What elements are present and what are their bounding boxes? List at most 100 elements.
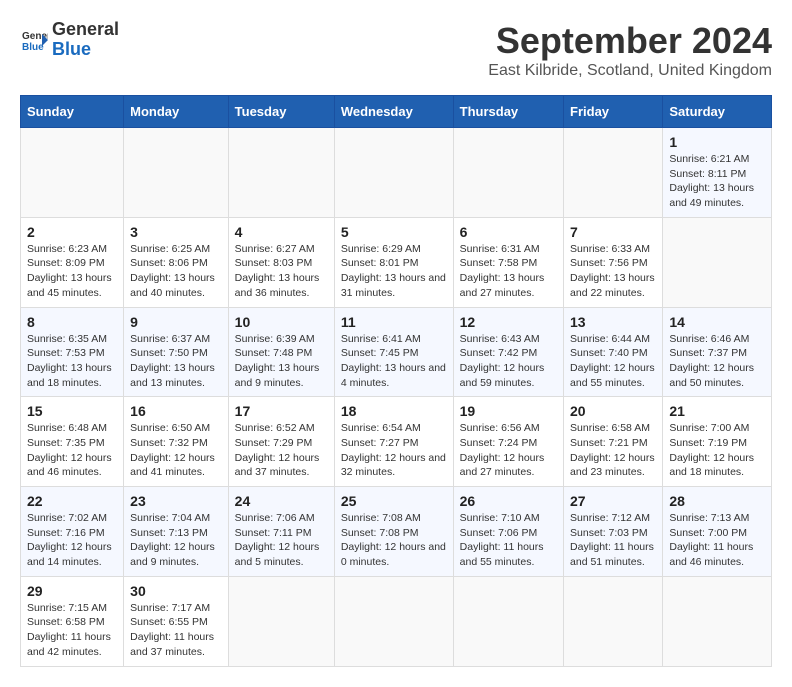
calendar-cell: 28 Sunrise: 7:13 AM Sunset: 7:00 PM Dayli… xyxy=(663,487,772,577)
cell-details: Sunrise: 6:23 AM Sunset: 8:09 PM Dayligh… xyxy=(27,242,117,301)
cell-details: Sunrise: 6:44 AM Sunset: 7:40 PM Dayligh… xyxy=(570,332,656,391)
day-number: 18 xyxy=(341,403,447,419)
day-number: 8 xyxy=(27,314,117,330)
calendar-cell: 22 Sunrise: 7:02 AM Sunset: 7:16 PM Dayli… xyxy=(21,487,124,577)
cell-details: Sunrise: 7:15 AM Sunset: 6:58 PM Dayligh… xyxy=(27,601,117,660)
calendar-cell xyxy=(564,576,663,666)
calendar-cell: 6 Sunrise: 6:31 AM Sunset: 7:58 PM Daylig… xyxy=(453,217,563,307)
calendar-cell xyxy=(124,128,229,218)
cell-details: Sunrise: 7:08 AM Sunset: 7:08 PM Dayligh… xyxy=(341,511,447,570)
calendar-cell xyxy=(21,128,124,218)
day-number: 28 xyxy=(669,493,765,509)
calendar-cell: 5 Sunrise: 6:29 AM Sunset: 8:01 PM Daylig… xyxy=(334,217,453,307)
day-number: 21 xyxy=(669,403,765,419)
cell-details: Sunrise: 6:27 AM Sunset: 8:03 PM Dayligh… xyxy=(235,242,328,301)
calendar-cell xyxy=(453,128,563,218)
calendar-cell: 7Sunrise: 6:33 AM Sunset: 7:56 PM Daylig… xyxy=(564,217,663,307)
day-number: 14 xyxy=(669,314,765,330)
calendar-table: SundayMondayTuesdayWednesdayThursdayFrid… xyxy=(20,95,772,667)
calendar-cell: 20 Sunrise: 6:58 AM Sunset: 7:21 PM Dayli… xyxy=(564,397,663,487)
cell-details: Sunrise: 7:13 AM Sunset: 7:00 PM Dayligh… xyxy=(669,511,765,570)
calendar-cell: 4 Sunrise: 6:27 AM Sunset: 8:03 PM Daylig… xyxy=(228,217,334,307)
day-number: 17 xyxy=(235,403,328,419)
day-number: 27 xyxy=(570,493,656,509)
day-number: 25 xyxy=(341,493,447,509)
calendar-week-row: 1Sunrise: 6:21 AM Sunset: 8:11 PM Daylig… xyxy=(21,128,772,218)
day-number: 3 xyxy=(130,224,222,240)
cell-details: Sunrise: 7:00 AM Sunset: 7:19 PM Dayligh… xyxy=(669,421,765,480)
calendar-cell: 14 Sunrise: 6:46 AM Sunset: 7:37 PM Dayli… xyxy=(663,307,772,397)
calendar-week-row: 2 Sunrise: 6:23 AM Sunset: 8:09 PM Daylig… xyxy=(21,217,772,307)
calendar-cell: 16 Sunrise: 6:50 AM Sunset: 7:32 PM Dayli… xyxy=(124,397,229,487)
svg-text:Blue: Blue xyxy=(22,42,44,53)
day-number: 22 xyxy=(27,493,117,509)
calendar-cell: 23Sunrise: 7:04 AM Sunset: 7:13 PM Dayli… xyxy=(124,487,229,577)
logo-icon: General Blue xyxy=(20,26,48,54)
day-number: 19 xyxy=(460,403,557,419)
header-day: Tuesday xyxy=(228,96,334,128)
cell-details: Sunrise: 6:43 AM Sunset: 7:42 PM Dayligh… xyxy=(460,332,557,391)
calendar-cell: 18 Sunrise: 6:54 AM Sunset: 7:27 PM Dayli… xyxy=(334,397,453,487)
calendar-cell: 26Sunrise: 7:10 AM Sunset: 7:06 PM Dayli… xyxy=(453,487,563,577)
calendar-subtitle: East Kilbride, Scotland, United Kingdom xyxy=(488,62,772,80)
day-number: 20 xyxy=(570,403,656,419)
cell-details: Sunrise: 6:56 AM Sunset: 7:24 PM Dayligh… xyxy=(460,421,557,480)
calendar-cell xyxy=(334,576,453,666)
cell-details: Sunrise: 7:06 AM Sunset: 7:11 PM Dayligh… xyxy=(235,511,328,570)
day-number: 30 xyxy=(130,583,222,599)
cell-details: Sunrise: 6:52 AM Sunset: 7:29 PM Dayligh… xyxy=(235,421,328,480)
calendar-cell: 17 Sunrise: 6:52 AM Sunset: 7:29 PM Dayli… xyxy=(228,397,334,487)
cell-details: Sunrise: 6:58 AM Sunset: 7:21 PM Dayligh… xyxy=(570,421,656,480)
calendar-cell: 13Sunrise: 6:44 AM Sunset: 7:40 PM Dayli… xyxy=(564,307,663,397)
header-day: Thursday xyxy=(453,96,563,128)
calendar-week-row: 8 Sunrise: 6:35 AM Sunset: 7:53 PM Daylig… xyxy=(21,307,772,397)
header-day: Friday xyxy=(564,96,663,128)
day-number: 2 xyxy=(27,224,117,240)
day-number: 26 xyxy=(460,493,557,509)
cell-details: Sunrise: 7:12 AM Sunset: 7:03 PM Dayligh… xyxy=(570,511,656,570)
cell-details: Sunrise: 6:54 AM Sunset: 7:27 PM Dayligh… xyxy=(341,421,447,480)
cell-details: Sunrise: 7:17 AM Sunset: 6:55 PM Dayligh… xyxy=(130,601,222,660)
cell-details: Sunrise: 6:50 AM Sunset: 7:32 PM Dayligh… xyxy=(130,421,222,480)
cell-details: Sunrise: 6:41 AM Sunset: 7:45 PM Dayligh… xyxy=(341,332,447,391)
calendar-cell: 30 Sunrise: 7:17 AM Sunset: 6:55 PM Dayli… xyxy=(124,576,229,666)
header-day: Wednesday xyxy=(334,96,453,128)
calendar-cell: 25 Sunrise: 7:08 AM Sunset: 7:08 PM Dayli… xyxy=(334,487,453,577)
day-number: 5 xyxy=(341,224,447,240)
calendar-cell: 12Sunrise: 6:43 AM Sunset: 7:42 PM Dayli… xyxy=(453,307,563,397)
day-number: 10 xyxy=(235,314,328,330)
calendar-cell: 9Sunrise: 6:37 AM Sunset: 7:50 PM Daylig… xyxy=(124,307,229,397)
cell-details: Sunrise: 6:21 AM Sunset: 8:11 PM Dayligh… xyxy=(669,152,765,211)
day-number: 24 xyxy=(235,493,328,509)
calendar-cell: 27 Sunrise: 7:12 AM Sunset: 7:03 PM Dayli… xyxy=(564,487,663,577)
calendar-cell: 8 Sunrise: 6:35 AM Sunset: 7:53 PM Daylig… xyxy=(21,307,124,397)
day-number: 29 xyxy=(27,583,117,599)
calendar-cell xyxy=(564,128,663,218)
cell-details: Sunrise: 6:25 AM Sunset: 8:06 PM Dayligh… xyxy=(130,242,222,301)
calendar-cell: 21 Sunrise: 7:00 AM Sunset: 7:19 PM Dayli… xyxy=(663,397,772,487)
calendar-cell: 29 Sunrise: 7:15 AM Sunset: 6:58 PM Dayli… xyxy=(21,576,124,666)
calendar-cell xyxy=(453,576,563,666)
cell-details: Sunrise: 6:29 AM Sunset: 8:01 PM Dayligh… xyxy=(341,242,447,301)
header-day: Sunday xyxy=(21,96,124,128)
logo: General Blue General Blue xyxy=(20,20,119,60)
day-number: 6 xyxy=(460,224,557,240)
day-number: 16 xyxy=(130,403,222,419)
calendar-cell: 11Sunrise: 6:41 AM Sunset: 7:45 PM Dayli… xyxy=(334,307,453,397)
calendar-week-row: 15Sunrise: 6:48 AM Sunset: 7:35 PM Dayli… xyxy=(21,397,772,487)
cell-details: Sunrise: 6:35 AM Sunset: 7:53 PM Dayligh… xyxy=(27,332,117,391)
cell-details: Sunrise: 6:46 AM Sunset: 7:37 PM Dayligh… xyxy=(669,332,765,391)
day-number: 15 xyxy=(27,403,117,419)
calendar-cell: 19 Sunrise: 6:56 AM Sunset: 7:24 PM Dayli… xyxy=(453,397,563,487)
calendar-cell xyxy=(663,576,772,666)
day-number: 9 xyxy=(130,314,222,330)
cell-details: Sunrise: 6:33 AM Sunset: 7:56 PM Dayligh… xyxy=(570,242,656,301)
cell-details: Sunrise: 7:02 AM Sunset: 7:16 PM Dayligh… xyxy=(27,511,117,570)
cell-details: Sunrise: 7:04 AM Sunset: 7:13 PM Dayligh… xyxy=(130,511,222,570)
calendar-cell xyxy=(228,128,334,218)
day-number: 4 xyxy=(235,224,328,240)
calendar-cell: 10Sunrise: 6:39 AM Sunset: 7:48 PM Dayli… xyxy=(228,307,334,397)
cell-details: Sunrise: 6:31 AM Sunset: 7:58 PM Dayligh… xyxy=(460,242,557,301)
header-day: Saturday xyxy=(663,96,772,128)
calendar-cell: 3 Sunrise: 6:25 AM Sunset: 8:06 PM Daylig… xyxy=(124,217,229,307)
